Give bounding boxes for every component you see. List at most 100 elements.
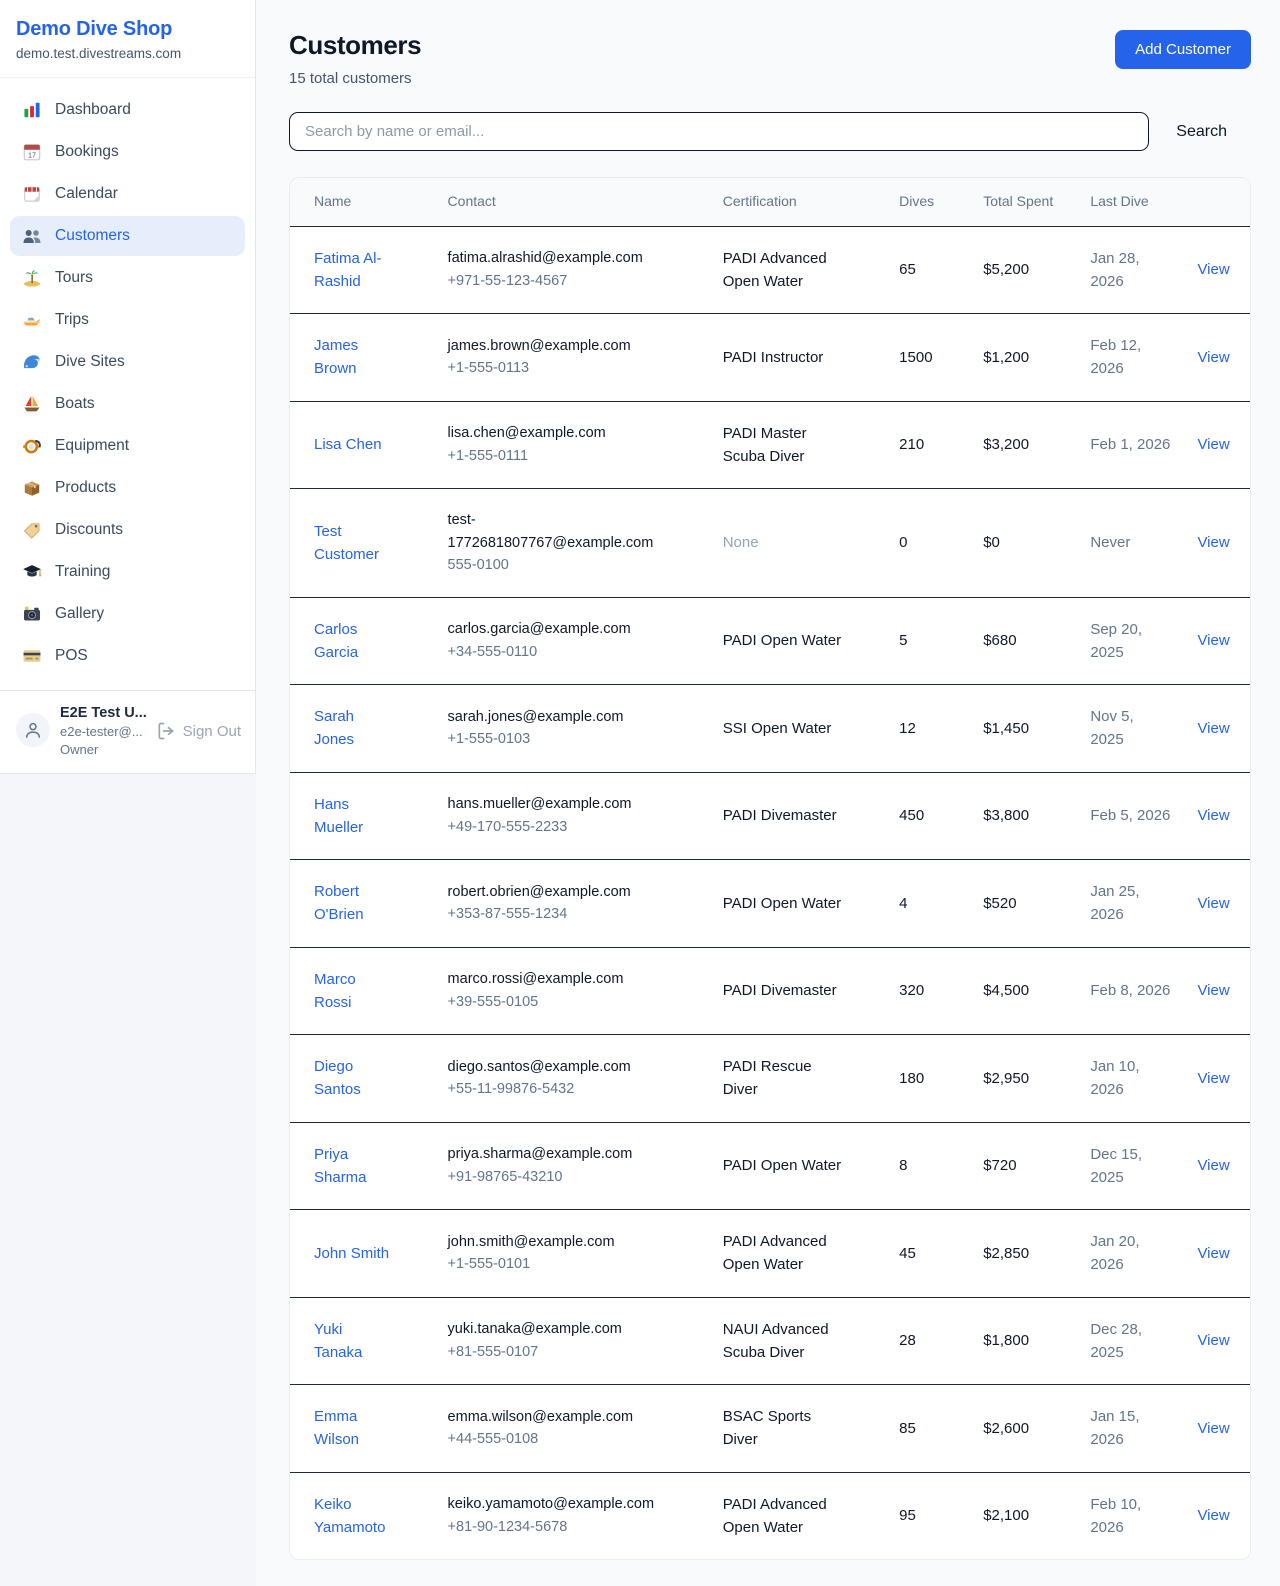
- sidebar-item-dive-sites[interactable]: Dive Sites: [10, 342, 245, 382]
- customer-email: diego.santos@example.com: [448, 1056, 667, 1078]
- package-icon: [22, 478, 42, 498]
- customer-email: fatima.alrashid@example.com: [448, 247, 667, 269]
- sidebar-item-label: Discounts: [55, 521, 123, 539]
- sidebar-item-pos[interactable]: POS: [10, 636, 245, 676]
- table-header: Name Contact Certification Dives Total S…: [290, 178, 1250, 226]
- sign-out-button[interactable]: Sign Out: [156, 721, 241, 741]
- view-customer-link[interactable]: View: [1197, 349, 1229, 366]
- table-row: Lisa Chen lisa.chen@example.com+1-555-01…: [290, 401, 1250, 489]
- customer-table-body: Fatima Al-Rashid fatima.alrashid@example…: [290, 226, 1250, 1559]
- customer-name-link[interactable]: Fatima Al-Rashid: [314, 250, 382, 290]
- tear-calendar-icon: [22, 184, 42, 204]
- customer-name-link[interactable]: Lisa Chen: [314, 436, 382, 453]
- customer-last-dive: Dec 28, 2025: [1090, 1321, 1142, 1361]
- table-row: Fatima Al-Rashid fatima.alrashid@example…: [290, 226, 1250, 314]
- customer-phone: +49-170-555-2233: [448, 816, 667, 838]
- view-customer-link[interactable]: View: [1197, 720, 1229, 737]
- sidebar-item-discounts[interactable]: Discounts: [10, 510, 245, 550]
- sidebar-item-dashboard[interactable]: Dashboard: [10, 90, 245, 130]
- customer-email: james.brown@example.com: [448, 335, 667, 357]
- customer-name-link[interactable]: Hans Mueller: [314, 796, 363, 836]
- customer-last-dive: Feb 10, 2026: [1090, 1496, 1141, 1536]
- view-customer-link[interactable]: View: [1197, 1507, 1229, 1524]
- customer-phone: +44-555-0108: [448, 1428, 667, 1450]
- page-title: Customers: [289, 30, 421, 61]
- view-customer-link[interactable]: View: [1197, 982, 1229, 999]
- customer-name-link[interactable]: Keiko Yamamoto: [314, 1496, 385, 1536]
- view-customer-link[interactable]: View: [1197, 1420, 1229, 1437]
- app-layout: Demo Dive Shop demo.test.divestreams.com…: [0, 0, 1280, 1586]
- user-meta: E2E Test U... e2e-tester@... Owner: [60, 705, 146, 757]
- view-customer-link[interactable]: View: [1197, 632, 1229, 649]
- sidebar-item-tours[interactable]: Tours: [10, 258, 245, 298]
- sidebar-item-customers[interactable]: Customers: [10, 216, 245, 256]
- customer-dives: 450: [899, 807, 924, 824]
- view-customer-link[interactable]: View: [1197, 1332, 1229, 1349]
- customer-email: hans.mueller@example.com: [448, 793, 667, 815]
- view-customer-link[interactable]: View: [1197, 261, 1229, 278]
- person-icon: [23, 720, 43, 740]
- customer-dives: 8: [899, 1157, 907, 1174]
- sidebar-item-label: POS: [55, 647, 88, 665]
- customer-phone: +1-555-0103: [448, 728, 667, 750]
- customer-name-link[interactable]: Test Customer: [314, 523, 379, 563]
- dive-mask-icon: [22, 436, 42, 456]
- customer-certification: PADI Divemaster: [723, 982, 837, 999]
- customer-name-link[interactable]: Yuki Tanaka: [314, 1321, 362, 1361]
- view-customer-link[interactable]: View: [1197, 1157, 1229, 1174]
- customer-name-link[interactable]: Diego Santos: [314, 1058, 361, 1098]
- sidebar-item-boats[interactable]: Boats: [10, 384, 245, 424]
- customer-dives: 5: [899, 632, 907, 649]
- view-customer-link[interactable]: View: [1197, 1070, 1229, 1087]
- customer-name-link[interactable]: Robert O'Brien: [314, 883, 364, 923]
- customer-last-dive: Feb 8, 2026: [1090, 982, 1170, 999]
- view-customer-link[interactable]: View: [1197, 1245, 1229, 1262]
- search-button[interactable]: Search: [1149, 123, 1251, 141]
- table-row: Yuki Tanaka yuki.tanaka@example.com+81-5…: [290, 1297, 1250, 1385]
- customer-phone: +1-555-0113: [448, 357, 667, 379]
- search-input[interactable]: [289, 112, 1149, 151]
- view-customer-link[interactable]: View: [1197, 895, 1229, 912]
- sidebar-item-label: Products: [55, 479, 116, 497]
- sidebar-item-training[interactable]: Training: [10, 552, 245, 592]
- customer-certification: PADI Open Water: [723, 895, 841, 912]
- view-customer-link[interactable]: View: [1197, 807, 1229, 824]
- sign-out-label: Sign Out: [183, 723, 241, 740]
- customer-email: test-1772681807767@example.com: [448, 509, 667, 554]
- sidebar-item-bookings[interactable]: 17Bookings: [10, 132, 245, 172]
- people-icon: [22, 226, 42, 246]
- customer-name-link[interactable]: Priya Sharma: [314, 1146, 367, 1186]
- customer-name-link[interactable]: Sarah Jones: [314, 708, 354, 748]
- shop-title: Demo Dive Shop: [16, 18, 239, 41]
- table-row: Sarah Jones sarah.jones@example.com+1-55…: [290, 685, 1250, 773]
- sidebar-item-label: Dive Sites: [55, 353, 125, 371]
- customer-name-link[interactable]: Marco Rossi: [314, 971, 356, 1011]
- customer-last-dive: Jan 25, 2026: [1090, 883, 1139, 923]
- customer-certification: SSI Open Water: [723, 720, 832, 737]
- sidebar-item-label: Calendar: [55, 185, 118, 203]
- sidebar-item-trips[interactable]: Trips: [10, 300, 245, 340]
- customer-name-link[interactable]: Emma Wilson: [314, 1408, 359, 1448]
- table-row: Keiko Yamamoto keiko.yamamoto@example.co…: [290, 1472, 1250, 1559]
- sailboat-icon: [22, 394, 42, 414]
- sidebar-item-gallery[interactable]: Gallery: [10, 594, 245, 634]
- sidebar-item-equipment[interactable]: Equipment: [10, 426, 245, 466]
- customer-certification: NAUI Advanced Scuba Diver: [723, 1321, 829, 1361]
- customer-name-link[interactable]: Carlos Garcia: [314, 621, 358, 661]
- customer-name-link[interactable]: John Smith: [314, 1245, 389, 1262]
- customer-total-spent: $3,200: [983, 436, 1029, 453]
- customer-total-spent: $0: [983, 534, 1000, 551]
- add-customer-button[interactable]: Add Customer: [1115, 30, 1251, 69]
- sidebar-item-products[interactable]: Products: [10, 468, 245, 508]
- sidebar-header: Demo Dive Shop demo.test.divestreams.com: [0, 0, 255, 78]
- speedboat-icon: [22, 310, 42, 330]
- customer-name-link[interactable]: James Brown: [314, 337, 358, 377]
- view-customer-link[interactable]: View: [1197, 436, 1229, 453]
- sidebar-item-label: Customers: [55, 227, 130, 245]
- sidebar-item-label: Equipment: [55, 437, 129, 455]
- customer-phone: +353-87-555-1234: [448, 903, 667, 925]
- customer-total-spent: $680: [983, 632, 1016, 649]
- view-customer-link[interactable]: View: [1197, 534, 1229, 551]
- customer-email: marco.rossi@example.com: [448, 968, 667, 990]
- sidebar-item-calendar[interactable]: Calendar: [10, 174, 245, 214]
